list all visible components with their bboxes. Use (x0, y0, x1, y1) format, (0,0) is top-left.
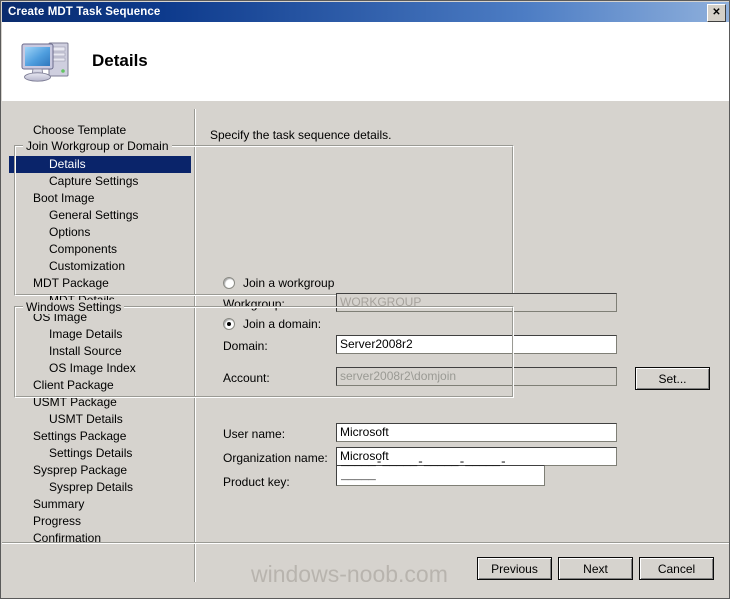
organization-label: Organization name: (223, 451, 328, 465)
set-account-button[interactable]: Set... (635, 367, 710, 390)
sidebar-item-summary[interactable]: Summary (9, 496, 191, 513)
sidebar-item-settings-package[interactable]: Settings Package (9, 428, 191, 445)
product-key-label: Product key: (223, 475, 290, 489)
wizard-body: Choose TemplateGeneralDetailsCapture Set… (2, 101, 729, 598)
create-mdt-task-sequence-window: Create MDT Task Sequence ✕ Details Choos… (0, 0, 730, 599)
instruction-text: Specify the task sequence details. (210, 128, 392, 142)
group-legend-windows: Windows Settings (23, 300, 125, 314)
product-key-input[interactable]: _____-_____-_____-_____-_____ (336, 455, 545, 486)
previous-button[interactable]: Previous (477, 557, 552, 580)
wizard-header: Details (2, 22, 729, 101)
join-workgroup-or-domain-group: Join Workgroup or Domain (14, 139, 514, 296)
window-title: Create MDT Task Sequence (8, 6, 161, 18)
page-title: Details (92, 51, 148, 70)
sidebar-item-settings-details[interactable]: Settings Details (9, 445, 191, 462)
sidebar-item-progress[interactable]: Progress (9, 513, 191, 530)
sidebar-item-sysprep-details[interactable]: Sysprep Details (9, 479, 191, 496)
sidebar-item-sysprep-package[interactable]: Sysprep Package (9, 462, 191, 479)
group-legend-domain: Join Workgroup or Domain (23, 139, 172, 153)
radio-join-workgroup[interactable]: Join a workgroup (223, 276, 334, 290)
sidebar-item-confirmation[interactable]: Confirmation (9, 530, 191, 547)
username-label: User name: (223, 427, 286, 441)
cancel-button[interactable]: Cancel (639, 557, 714, 580)
computer-icon (19, 36, 77, 88)
windows-settings-group: Windows Settings (14, 300, 514, 398)
username-input[interactable]: Microsoft (336, 423, 617, 442)
next-button[interactable]: Next (558, 557, 633, 580)
close-icon[interactable]: ✕ (707, 4, 726, 22)
sidebar-item-usmt-details[interactable]: USMT Details (9, 411, 191, 428)
radio-workgroup-indicator (223, 277, 235, 289)
footer-separator (2, 542, 729, 544)
radio-join-workgroup-label: Join a workgroup (243, 276, 335, 290)
title-bar: Create MDT Task Sequence ✕ (2, 2, 729, 22)
sidebar-item-choose-template[interactable]: Choose Template (9, 122, 191, 139)
